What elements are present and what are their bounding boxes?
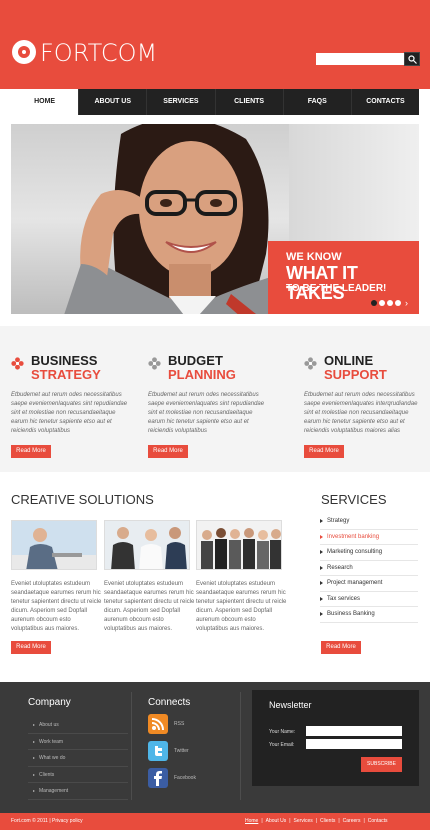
bottom-bar: Fort.com © 2011 | Privacy policy Home | A… <box>0 813 430 830</box>
services-list: Strategy Investment banking Marketing co… <box>320 514 418 623</box>
email-field[interactable] <box>306 739 402 749</box>
service-project-management[interactable]: Project management <box>320 576 418 592</box>
footer-divider <box>240 692 241 800</box>
feature-text: Etbudemet aut rerum odes necessitatibus … <box>148 392 265 434</box>
separator: | <box>338 818 340 824</box>
rss-icon[interactable] <box>148 714 168 734</box>
service-business-banking[interactable]: Business Banking <box>320 607 418 623</box>
services-heading: SERVICES <box>321 492 387 507</box>
service-tax-services[interactable]: Tax services <box>320 592 418 607</box>
slider-pagination <box>371 300 401 306</box>
service-strategy[interactable]: Strategy <box>320 514 418 530</box>
nav-clients[interactable]: CLIENTS <box>214 89 283 115</box>
separator: | <box>261 818 263 824</box>
nav-about-us[interactable]: ABOUT US <box>78 89 146 115</box>
nav-contacts[interactable]: CONTACTS <box>350 89 419 115</box>
nav-services[interactable]: SERVICES <box>146 89 214 115</box>
bottom-nav: Home | About Us | Services | Clients | Caree… <box>245 818 388 825</box>
subscribe-button[interactable]: SUBSCRIBE <box>361 757 402 772</box>
feature-text: Etbudemet aut rerum odes necessitatibus … <box>304 392 418 434</box>
services-read-more-button[interactable]: Read More <box>321 641 361 654</box>
bottom-link-services[interactable]: Services <box>294 818 313 825</box>
separator: | <box>315 818 318 824</box>
hero-caption: WE KNOW WHAT IT TAKES TO BE THE LEADER! … <box>268 241 419 314</box>
facebook-label[interactable]: Facebook <box>174 774 196 782</box>
footer-company-links: About us Work team What we do Clients Ma… <box>28 717 128 800</box>
creative-photo-3[interactable] <box>196 520 282 570</box>
bottom-link-clients[interactable]: Clients <box>320 818 335 825</box>
read-more-button[interactable]: Read More <box>11 445 51 458</box>
feature-subtitle: PLANNING <box>168 367 236 382</box>
service-marketing-consulting[interactable]: Marketing consulting <box>320 545 418 561</box>
business-group-image <box>197 521 281 569</box>
creative-read-more-button[interactable]: Read More <box>11 641 51 654</box>
newsletter-panel: Newsletter Your Name: Your Email: SUBSCR… <box>252 690 419 786</box>
name-label: Your Name: <box>269 729 296 735</box>
feature-title: ONLINE <box>324 353 374 368</box>
bottom-link-home[interactable]: Home <box>245 818 258 825</box>
bottom-link-careers[interactable]: Careers <box>343 818 361 825</box>
creative-text-3: Eveniet utoluptates estudeum seandaetaqu… <box>196 581 287 632</box>
flower-icon <box>148 357 161 370</box>
businessman-image <box>12 521 96 569</box>
separator: | <box>363 818 365 824</box>
features-section: BUSINESS STRATEGY Etbudemet aut rerum od… <box>0 326 430 472</box>
search-button[interactable] <box>404 52 420 66</box>
footer-link-clients[interactable]: Clients <box>28 767 128 783</box>
newsletter-title: Newsletter <box>269 700 312 710</box>
creative-text-1: Eveniet utoluptates estudeum seandaetaqu… <box>11 581 102 632</box>
logo-icon[interactable] <box>12 40 36 64</box>
service-investment-banking[interactable]: Investment banking <box>320 530 418 545</box>
footer-company-title: Company <box>28 697 71 708</box>
feature-title: BUDGET <box>168 353 223 368</box>
hero-line-3: TO BE THE LEADER! <box>286 283 387 294</box>
slider-dot-4[interactable] <box>395 300 401 306</box>
hero-slider: WE KNOW WHAT IT TAKES TO BE THE LEADER! … <box>11 124 419 314</box>
footer-link-about-us[interactable]: About us <box>28 717 128 734</box>
footer-link-management[interactable]: Management <box>28 783 128 800</box>
facebook-icon[interactable] <box>148 768 168 788</box>
slider-dot-1[interactable] <box>371 300 377 306</box>
flower-icon <box>11 357 24 370</box>
hero-line-1: WE KNOW <box>286 251 342 263</box>
service-research[interactable]: Research <box>320 561 418 576</box>
separator: | <box>289 818 291 824</box>
rss-label[interactable]: RSS <box>174 720 184 728</box>
read-more-button[interactable]: Read More <box>148 445 188 458</box>
feature-text: Etbudemet aut rerum odes necessitatibus … <box>11 392 128 434</box>
twitter-label[interactable]: Twitter <box>174 747 189 755</box>
search-icon <box>408 55 417 64</box>
team-meeting-image <box>105 521 189 569</box>
footer-divider <box>131 692 132 800</box>
twitter-icon[interactable] <box>148 741 168 761</box>
feature-subtitle: SUPPORT <box>324 367 387 382</box>
slider-dot-3[interactable] <box>387 300 393 306</box>
slider-dot-2[interactable] <box>379 300 385 306</box>
bottom-link-about-us[interactable]: About Us <box>266 818 287 825</box>
search-input[interactable] <box>316 53 404 65</box>
main-nav: HOME ABOUT US SERVICES CLIENTS FAQS CONT… <box>11 89 419 115</box>
logo[interactable]: FORTCOM <box>40 39 157 67</box>
nav-faqs[interactable]: FAQS <box>282 89 351 115</box>
copyright-text: Fort.com © 2011 | Privacy policy <box>11 818 83 824</box>
creative-text-2: Eveniet utoluptates estudeum seandaetaqu… <box>104 581 195 632</box>
creative-photo-1[interactable] <box>11 520 97 570</box>
feature-subtitle: STRATEGY <box>31 367 101 382</box>
creative-solutions-heading: CREATIVE SOLUTIONS <box>11 492 154 507</box>
feature-title: BUSINESS <box>31 353 98 368</box>
flower-icon <box>304 357 317 370</box>
header: FORTCOM <box>0 0 430 89</box>
nav-home[interactable]: HOME <box>11 89 79 115</box>
name-field[interactable] <box>306 726 402 736</box>
email-label: Your Email: <box>269 742 295 748</box>
footer-connects-title: Connects <box>148 697 191 708</box>
read-more-button[interactable]: Read More <box>304 445 344 458</box>
bottom-link-contacts[interactable]: Contacts <box>368 818 388 825</box>
slider-next-icon[interactable]: › <box>405 298 413 308</box>
creative-photo-2[interactable] <box>104 520 190 570</box>
footer-link-what-we-do[interactable]: What we do <box>28 750 128 767</box>
footer-link-work-team[interactable]: Work team <box>28 734 128 750</box>
